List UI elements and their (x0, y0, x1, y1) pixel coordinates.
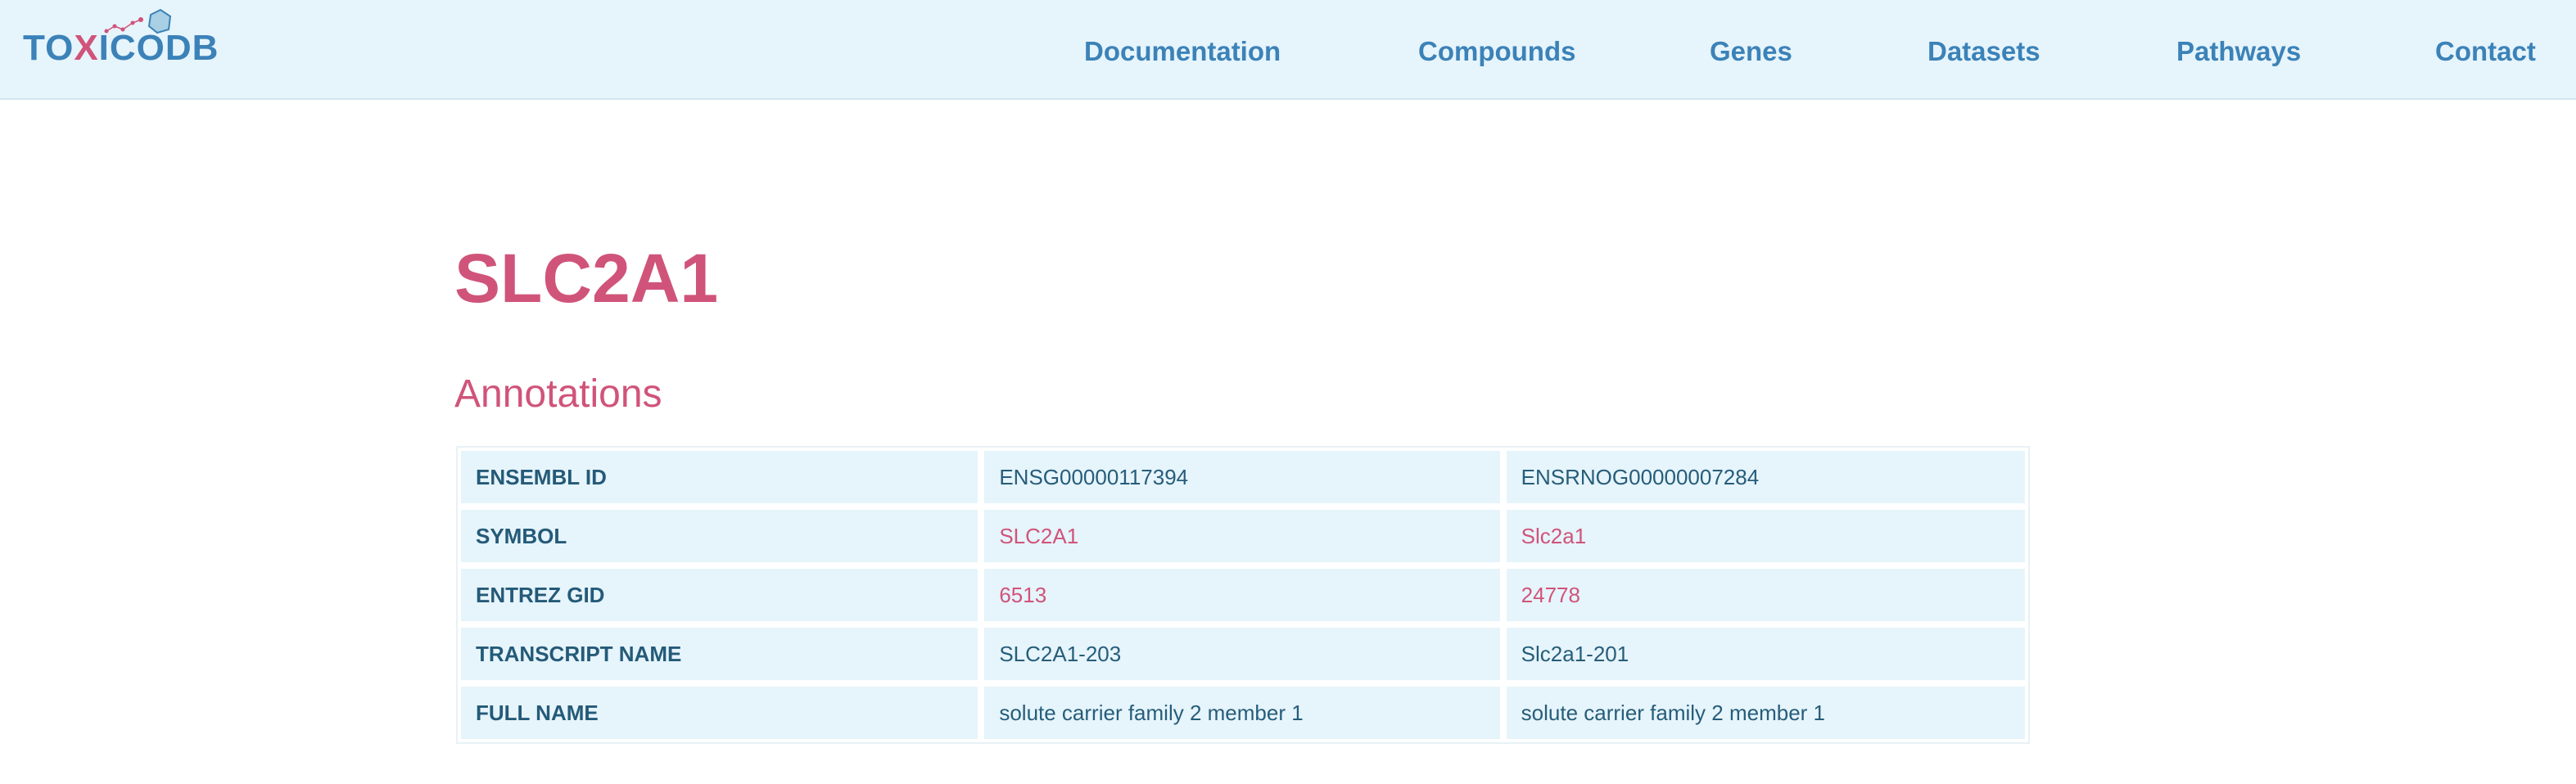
table-row: SYMBOL SLC2A1 Slc2a1 (461, 510, 2025, 562)
annotations-table: ENSEMBL ID ENSG00000117394 ENSRNOG000000… (456, 446, 2030, 744)
nav-link-contact[interactable]: Contact (2435, 36, 2536, 67)
human-entrez-link[interactable]: 6513 (984, 569, 1500, 621)
row-label: TRANSCRIPT NAME (461, 628, 978, 680)
human-value: ENSG00000117394 (984, 451, 1500, 503)
nav-link-datasets[interactable]: Datasets (1927, 36, 2040, 67)
rat-entrez-link[interactable]: 24778 (1506, 569, 2025, 621)
nav-link-compounds[interactable]: Compounds (1418, 36, 1575, 67)
human-value: SLC2A1-203 (984, 628, 1500, 680)
row-label: FULL NAME (461, 687, 978, 739)
table-row: FULL NAME solute carrier family 2 member… (461, 687, 2025, 739)
table-row: ENSEMBL ID ENSG00000117394 ENSRNOG000000… (461, 451, 2025, 503)
rat-value: ENSRNOG00000007284 (1506, 451, 2025, 503)
rat-value: Slc2a1-201 (1506, 628, 2025, 680)
top-navbar: TOXICODB Documentation Compounds Genes D… (0, 0, 2576, 100)
table-row: ENTREZ GID 6513 24778 (461, 569, 2025, 621)
rat-value: solute carrier family 2 member 1 (1506, 687, 2025, 739)
nav-links: Documentation Compounds Genes Datasets P… (0, 36, 2576, 69)
human-value: solute carrier family 2 member 1 (984, 687, 1500, 739)
human-symbol-link[interactable]: SLC2A1 (984, 510, 1500, 562)
row-label: ENSEMBL ID (461, 451, 978, 503)
table-row: TRANSCRIPT NAME SLC2A1-203 Slc2a1-201 (461, 628, 2025, 680)
nav-link-pathways[interactable]: Pathways (2176, 36, 2301, 67)
page-title: SLC2A1 (454, 240, 719, 317)
rat-symbol-link[interactable]: Slc2a1 (1506, 510, 2025, 562)
section-title-annotations: Annotations (454, 372, 662, 416)
nav-link-documentation[interactable]: Documentation (1084, 36, 1281, 67)
row-label: ENTREZ GID (461, 569, 978, 621)
nav-link-genes[interactable]: Genes (1710, 36, 1792, 67)
row-label: SYMBOL (461, 510, 978, 562)
